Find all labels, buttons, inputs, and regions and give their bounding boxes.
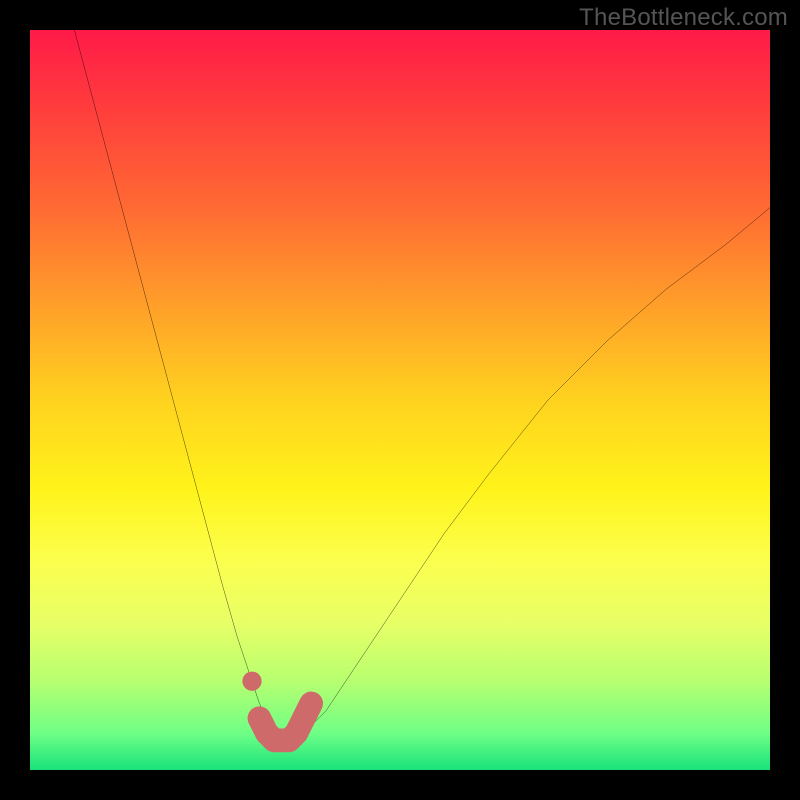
highlight-markers [242, 672, 311, 741]
chart-svg [30, 30, 770, 770]
watermark-text: TheBottleneck.com [579, 4, 788, 32]
curve-line [74, 30, 770, 740]
chart-frame: TheBottleneck.com [0, 0, 800, 800]
plot-area [30, 30, 770, 770]
